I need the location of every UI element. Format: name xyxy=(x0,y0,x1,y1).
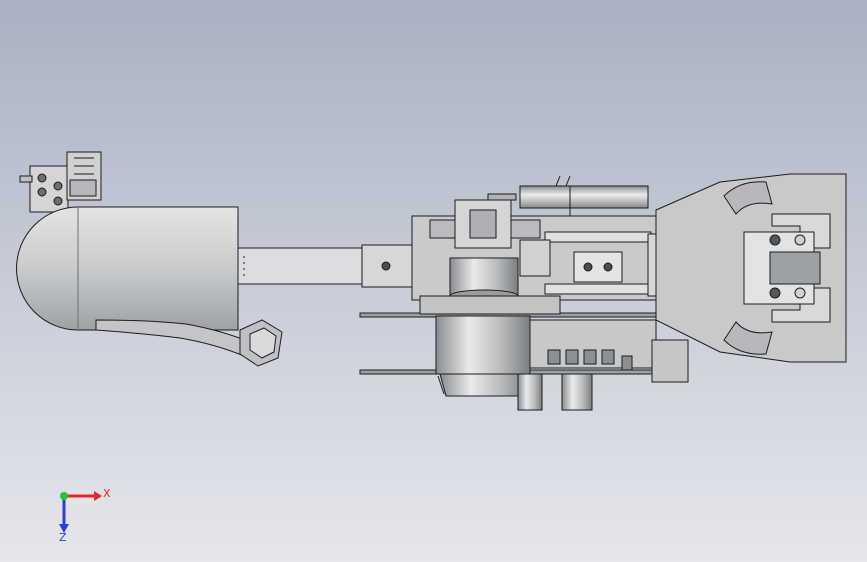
slider-bolt xyxy=(583,262,593,272)
rotary-base-cylinder[interactable] xyxy=(435,315,531,397)
slider-block[interactable] xyxy=(573,251,623,283)
model-canvas[interactable] xyxy=(0,0,867,562)
z-axis-label: Z xyxy=(59,531,67,544)
guide-bar-bottom xyxy=(544,283,652,295)
graphics-viewport[interactable]: X Z xyxy=(0,0,867,562)
guide-bar-top xyxy=(544,231,652,243)
upper-drum[interactable] xyxy=(449,257,519,303)
link-plate xyxy=(519,239,551,277)
flange xyxy=(419,295,561,315)
y-axis-dot xyxy=(60,492,68,500)
gripper-clevis[interactable] xyxy=(743,231,821,305)
slider-bolt xyxy=(603,262,613,272)
x-axis-label: X xyxy=(103,487,111,500)
motor-housing[interactable] xyxy=(16,206,239,331)
joint-inner xyxy=(469,209,497,239)
beam-bolt xyxy=(381,261,391,271)
arm-beam[interactable] xyxy=(237,247,363,285)
